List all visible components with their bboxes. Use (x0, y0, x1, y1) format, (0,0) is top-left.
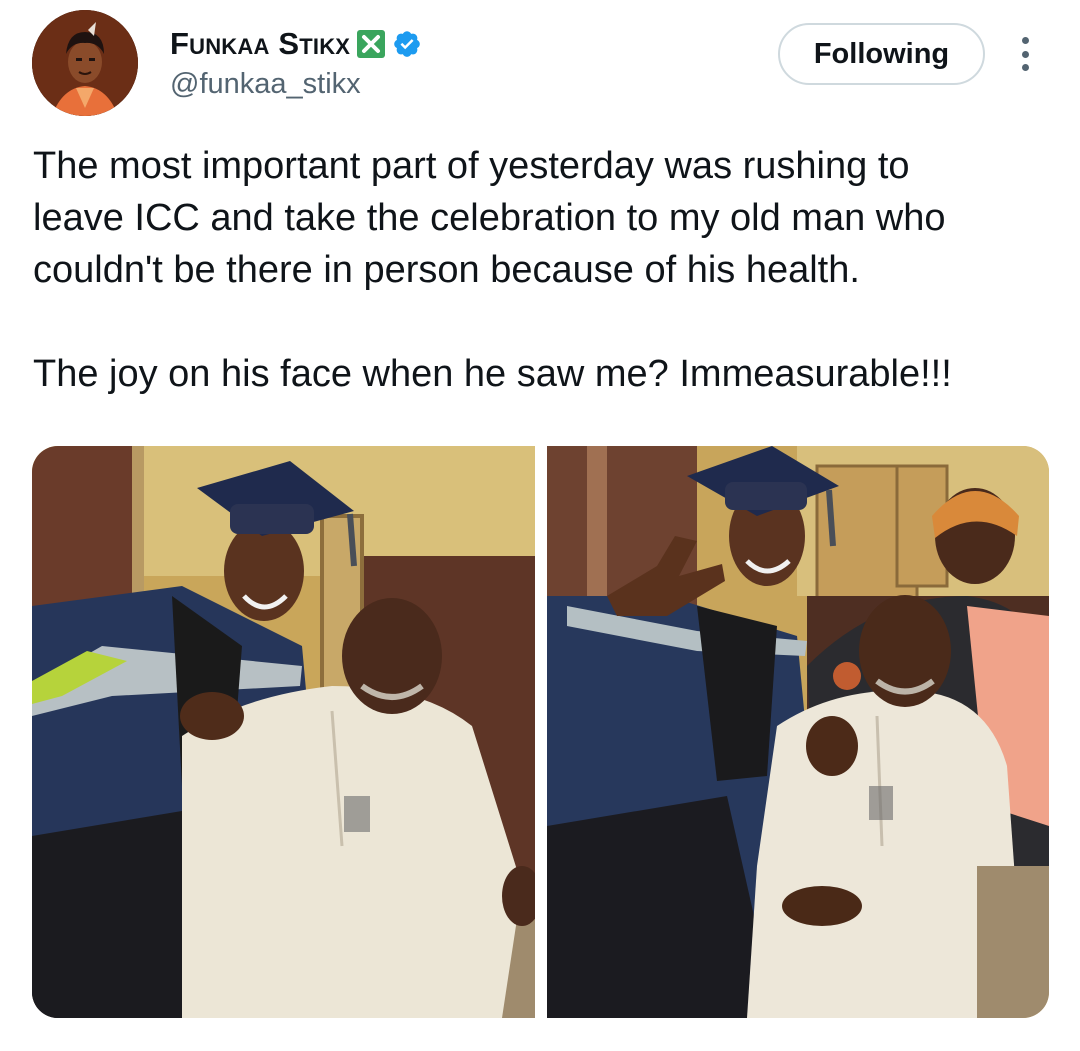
author-display-name[interactable]: Funkaa Stikx (170, 26, 350, 62)
photo-graduate-with-father[interactable] (32, 446, 535, 1018)
author-name-row[interactable]: Funkaa Stikx (170, 24, 422, 64)
tweet-text-line: The joy on his face when he saw me? Imme… (33, 353, 952, 395)
tweet-text-line: The most important part of yesterday was… (33, 145, 910, 187)
tweet-text: The most important part of yesterday was… (33, 140, 1043, 400)
tweet-media-grid (32, 446, 1049, 1018)
following-button[interactable]: Following (778, 23, 985, 85)
author-avatar[interactable] (32, 10, 138, 116)
x-emoji-icon (356, 29, 386, 59)
photo-image (547, 446, 1049, 1018)
tweet-text-line: leave ICC and take the celebration to my… (33, 197, 946, 239)
tweet-text-line: couldn't be there in person because of h… (33, 249, 860, 291)
illustrated-avatar-icon (32, 10, 138, 116)
tweet-card: Funkaa Stikx @funkaa_stikx Following The… (0, 0, 1080, 1051)
more-vertical-icon[interactable] (1010, 34, 1040, 74)
photo-graduate-with-parents[interactable] (547, 446, 1049, 1018)
author-handle[interactable]: @funkaa_stikx (170, 68, 361, 101)
verified-badge-icon (392, 29, 422, 59)
photo-image (32, 446, 535, 1018)
